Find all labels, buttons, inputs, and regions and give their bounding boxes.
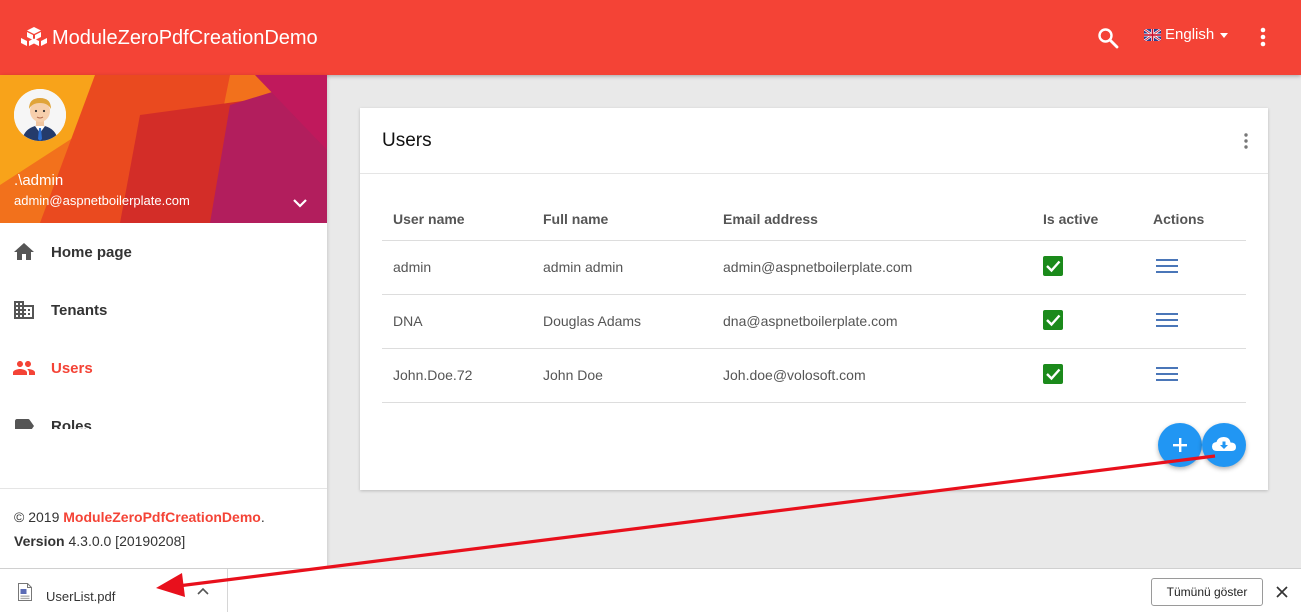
show-all-downloads-button[interactable]: Tümünü göster bbox=[1151, 578, 1263, 606]
user-name: .\admin bbox=[14, 172, 64, 189]
download-filename: UserList.pdf bbox=[46, 589, 116, 604]
sidebar-item-users[interactable]: Users bbox=[0, 339, 327, 397]
cell-username: John.Doe.72 bbox=[382, 348, 532, 403]
card-header: Users bbox=[360, 108, 1268, 174]
app-title[interactable]: ModuleZeroPdfCreationDemo bbox=[52, 26, 318, 50]
copyright: © 2019 ModuleZeroPdfCreationDemo. bbox=[14, 509, 313, 525]
cell-email: dna@aspnetboilerplate.com bbox=[712, 294, 1032, 349]
cell-fullname: Douglas Adams bbox=[532, 294, 712, 349]
table-header-row: User name Full name Email address Is act… bbox=[382, 198, 1246, 241]
version-value: 4.3.0.0 [20190208] bbox=[64, 533, 186, 549]
column-header: User name bbox=[382, 198, 532, 241]
more-vert-icon[interactable] bbox=[1237, 131, 1255, 151]
cell-username: DNA bbox=[382, 294, 532, 349]
footer-brand-link[interactable]: ModuleZeroPdfCreationDemo bbox=[63, 509, 261, 525]
cell-email: Joh.doe@volosoft.com bbox=[712, 348, 1032, 403]
home-icon bbox=[14, 243, 34, 260]
menu-icon[interactable] bbox=[1156, 258, 1178, 274]
top-bar: ModuleZeroPdfCreationDemo English bbox=[0, 0, 1301, 75]
sidebar-footer: © 2019 ModuleZeroPdfCreationDemo. Versio… bbox=[0, 488, 327, 568]
copyright-text: © 2019 bbox=[14, 509, 64, 525]
sidebar-menu: Home page Tenants Users Roles bbox=[0, 223, 327, 429]
version-label: Version bbox=[14, 533, 65, 549]
checkbox-checked-icon[interactable] bbox=[1043, 255, 1063, 276]
business-icon bbox=[14, 301, 34, 319]
menu-icon[interactable] bbox=[1156, 312, 1178, 328]
sidebar-item-home[interactable]: Home page bbox=[0, 223, 327, 281]
downloads-bar: UserList.pdf Tümünü göster bbox=[0, 568, 1301, 612]
cubes-icon bbox=[21, 27, 47, 46]
cell-actions bbox=[1142, 294, 1246, 349]
version-info: Version 4.3.0.0 [20190208] bbox=[14, 533, 313, 549]
search-icon[interactable] bbox=[1096, 26, 1120, 50]
user-info-panel: .\admin admin@aspnetboilerplate.com bbox=[0, 75, 327, 223]
sidebar-item-tenants[interactable]: Tenants bbox=[0, 281, 327, 339]
cell-active bbox=[1032, 294, 1142, 349]
chevron-down-icon[interactable] bbox=[290, 193, 310, 213]
uk-flag-icon bbox=[1144, 29, 1161, 41]
cell-active bbox=[1032, 240, 1142, 295]
checkbox-checked-icon[interactable] bbox=[1043, 363, 1063, 384]
caret-down-icon bbox=[1220, 33, 1229, 38]
table-row: admin admin admin admin@aspnetboilerplat… bbox=[382, 240, 1246, 295]
label-icon bbox=[15, 419, 34, 429]
menu-icon[interactable] bbox=[1156, 366, 1178, 382]
checkbox-checked-icon[interactable] bbox=[1043, 309, 1063, 330]
plus-icon bbox=[1173, 438, 1187, 452]
sidebar-item-label: Users bbox=[51, 359, 93, 377]
sidebar-item-label: Roles bbox=[51, 417, 92, 430]
user-email: admin@aspnetboilerplate.com bbox=[14, 193, 190, 208]
table-row: DNA Douglas Adams dna@aspnetboilerplate.… bbox=[382, 294, 1246, 349]
column-header: Email address bbox=[712, 198, 1032, 241]
sidebar-item-roles[interactable]: Roles bbox=[0, 397, 327, 429]
column-header: Is active bbox=[1032, 198, 1142, 241]
sidebar: .\admin admin@aspnetboilerplate.com Home… bbox=[0, 75, 327, 568]
pdf-file-icon bbox=[18, 583, 32, 601]
language-dropdown[interactable]: English bbox=[1144, 26, 1229, 44]
avatar bbox=[14, 89, 66, 141]
cell-actions bbox=[1142, 240, 1246, 295]
chevron-up-icon[interactable] bbox=[196, 586, 210, 596]
people-icon bbox=[13, 361, 35, 375]
close-icon[interactable] bbox=[1276, 586, 1288, 598]
download-item[interactable]: UserList.pdf bbox=[0, 569, 228, 612]
cell-actions bbox=[1142, 348, 1246, 403]
language-label: English bbox=[1165, 26, 1215, 43]
cell-fullname: admin admin bbox=[532, 240, 712, 295]
cell-email: admin@aspnetboilerplate.com bbox=[712, 240, 1032, 295]
cloud-download-icon bbox=[1212, 437, 1236, 451]
cell-active bbox=[1032, 348, 1142, 403]
table-row: John.Doe.72 John Doe Joh.doe@volosoft.co… bbox=[382, 348, 1246, 403]
cell-username: admin bbox=[382, 240, 532, 295]
column-header: Actions bbox=[1142, 198, 1246, 241]
copyright-period: . bbox=[260, 509, 265, 525]
cell-fullname: John Doe bbox=[532, 348, 712, 403]
column-header: Full name bbox=[532, 198, 712, 241]
download-pdf-button[interactable] bbox=[1202, 423, 1246, 467]
page-title: Users bbox=[382, 130, 432, 151]
more-vert-icon[interactable] bbox=[1253, 25, 1273, 49]
sidebar-item-label: Tenants bbox=[51, 301, 108, 319]
add-user-button[interactable] bbox=[1158, 423, 1202, 467]
users-table: User name Full name Email address Is act… bbox=[382, 198, 1246, 403]
sidebar-item-label: Home page bbox=[51, 243, 132, 261]
users-card: Users User name Full name Email address … bbox=[360, 108, 1268, 490]
